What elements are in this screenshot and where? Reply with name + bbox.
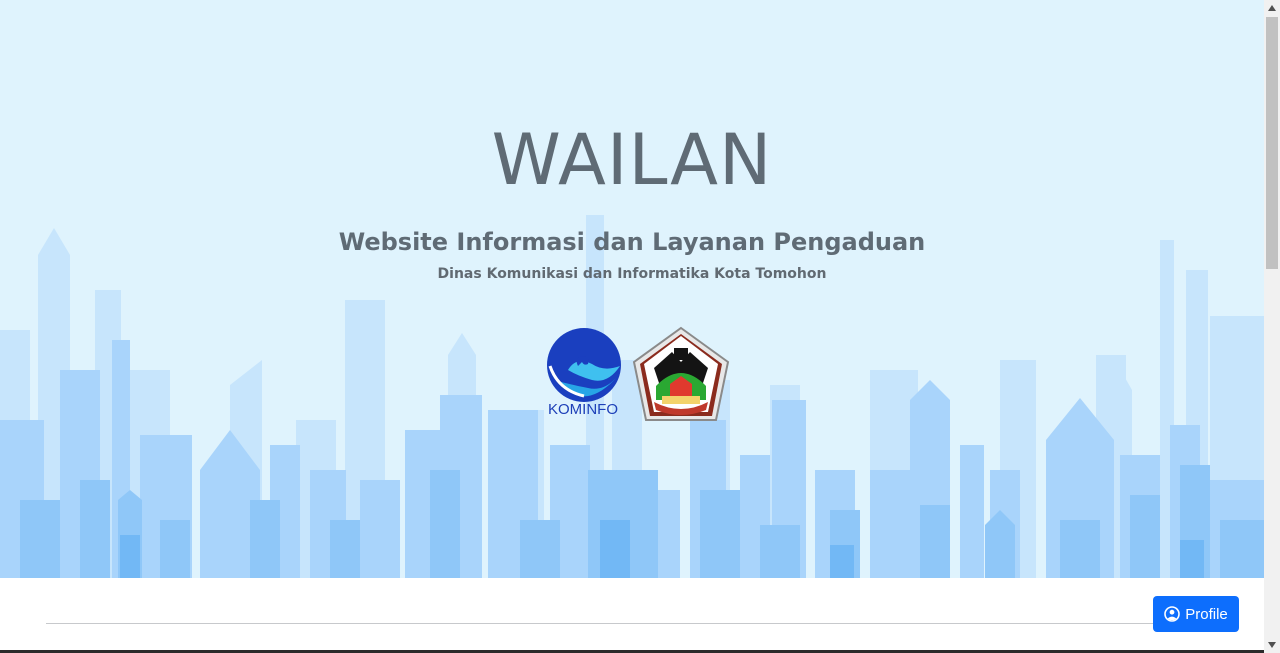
agency-name: Dinas Komunikasi dan Informatika Kota To…	[437, 266, 827, 282]
profile-button[interactable]: Profile	[1153, 596, 1239, 632]
user-circle-icon	[1164, 606, 1181, 622]
section-divider	[46, 623, 1154, 624]
site-subtitle: Website Informasi dan Layanan Pengaduan	[338, 228, 926, 256]
vertical-scrollbar[interactable]	[1264, 0, 1280, 653]
scroll-up-arrow-icon[interactable]	[1264, 0, 1280, 16]
scroll-down-arrow-icon[interactable]	[1264, 637, 1280, 653]
profile-button-label: Profile	[1185, 605, 1228, 623]
kominfo-logo: KOMINFO	[538, 326, 628, 422]
city-skyline-background	[0, 215, 1264, 578]
scrollbar-thumb[interactable]	[1266, 17, 1278, 269]
hero-banner: WAILAN Website Informasi dan Layanan Pen…	[0, 0, 1264, 578]
tomohon-crest-icon	[632, 326, 730, 421]
tomohon-logo	[632, 326, 730, 422]
site-title: WAILAN	[491, 119, 773, 201]
kominfo-logo-text: KOMINFO	[548, 401, 618, 418]
kominfo-logo-icon	[547, 328, 621, 402]
